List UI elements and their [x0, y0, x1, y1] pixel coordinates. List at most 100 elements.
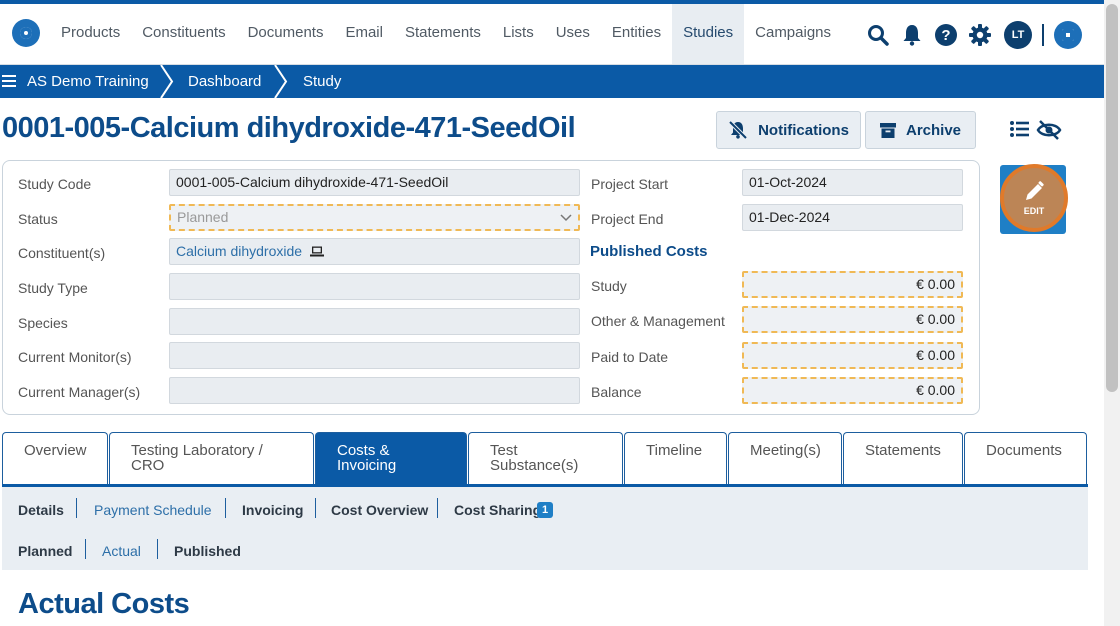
- gear-icon[interactable]: [966, 21, 994, 49]
- edit-highlight[interactable]: EDIT: [1000, 164, 1068, 232]
- nav-campaigns[interactable]: Campaigns: [744, 4, 842, 64]
- nav-documents[interactable]: Documents: [237, 4, 335, 64]
- tab-label: Test: [490, 442, 518, 459]
- constituent-link[interactable]: Calcium dihydroxide: [176, 243, 302, 259]
- breadcrumb-dashboard[interactable]: Dashboard: [188, 65, 261, 98]
- nav-constituents[interactable]: Constituents: [131, 4, 236, 64]
- main-menu: Products Constituents Documents Email St…: [50, 4, 842, 64]
- notifications-button[interactable]: Notifications: [716, 111, 861, 149]
- archive-box-icon: [879, 122, 896, 138]
- current-monitor-label: Current Monitor(s): [18, 349, 132, 365]
- project-end-label: Project End: [591, 211, 664, 227]
- current-monitor-field[interactable]: [169, 342, 580, 369]
- nav-statements[interactable]: Statements: [394, 4, 492, 64]
- study-code-field[interactable]: 0001-005-Calcium dihydroxide-471-SeedOil: [169, 169, 580, 196]
- balance-label: Balance: [591, 384, 642, 400]
- constituents-label: Constituent(s): [18, 245, 106, 261]
- paid-to-date-field[interactable]: € 0.00: [742, 342, 963, 369]
- tab-label-line2: Substance(s): [490, 457, 579, 474]
- tab-label-line2: CRO: [131, 457, 165, 474]
- tab-testing-laboratory[interactable]: Testing Laboratory / CRO: [109, 432, 314, 486]
- tab-label: Meeting(s): [750, 442, 821, 459]
- study-code-label: Study Code: [18, 176, 92, 192]
- user-avatar[interactable]: LT: [1004, 21, 1032, 49]
- archive-button[interactable]: Archive: [865, 111, 976, 149]
- current-manager-field[interactable]: [169, 377, 580, 404]
- subnav-invoicing[interactable]: Invoicing: [242, 502, 303, 518]
- app-logo-icon[interactable]: [12, 19, 40, 47]
- menu-hamburger-icon[interactable]: [2, 75, 16, 87]
- subnav-payment-schedule[interactable]: Payment Schedule: [94, 502, 212, 518]
- nav-entities[interactable]: Entities: [601, 4, 672, 64]
- page-title: 0001-005-Calcium dihydroxide-471-SeedOil: [2, 112, 576, 144]
- tab-documents[interactable]: Documents: [964, 432, 1087, 486]
- tab-label: Timeline: [646, 442, 703, 459]
- bell-icon[interactable]: [898, 21, 926, 49]
- status-select[interactable]: Planned: [169, 204, 580, 231]
- project-start-label: Project Start: [591, 176, 669, 192]
- list-icon[interactable]: [1010, 120, 1030, 138]
- subnav-divider: [76, 498, 77, 518]
- status-value: Planned: [177, 209, 229, 225]
- subnav-divider: [225, 498, 226, 518]
- tab-timeline[interactable]: Timeline: [624, 432, 727, 486]
- species-field[interactable]: [169, 308, 580, 335]
- search-icon[interactable]: [864, 21, 892, 49]
- bell-slash-icon: [728, 121, 748, 139]
- nav-lists[interactable]: Lists: [492, 4, 545, 64]
- tab-label: Statements: [865, 442, 941, 459]
- pencil-icon: [1026, 181, 1044, 200]
- subnav-divider: [85, 539, 86, 559]
- other-management-label: Other & Management: [591, 313, 725, 329]
- current-manager-label: Current Manager(s): [18, 384, 141, 400]
- company-logo-icon[interactable]: [1054, 21, 1082, 49]
- scrollbar-thumb[interactable]: [1106, 4, 1118, 392]
- study-cost-label: Study: [591, 278, 627, 294]
- tab-costs-invoicing[interactable]: Costs & Invoicing: [315, 432, 467, 486]
- nav-divider: [1042, 24, 1044, 46]
- section-title: Actual Costs: [18, 588, 190, 620]
- breadcrumb-study: Study: [303, 73, 342, 90]
- other-management-field[interactable]: € 0.00: [742, 306, 963, 333]
- subnav-details[interactable]: Details: [18, 502, 64, 518]
- project-start-field[interactable]: 01-Oct-2024: [742, 169, 963, 196]
- breadcrumb-separator-icon: [274, 65, 288, 98]
- subnav-cost-overview[interactable]: Cost Overview: [331, 502, 428, 518]
- breadcrumb: AS Demo Training Dashboard Study: [0, 65, 1104, 98]
- subnav-published[interactable]: Published: [174, 543, 241, 559]
- tab-label-line2: Invoicing: [337, 457, 397, 474]
- breadcrumb-root[interactable]: AS Demo Training: [27, 65, 149, 98]
- status-label: Status: [18, 211, 58, 227]
- species-label: Species: [18, 315, 68, 331]
- cost-sharing-count-badge: 1: [537, 502, 553, 518]
- nav-icon-group: ? LT: [864, 20, 1082, 50]
- study-tabs: Overview Testing Laboratory / CRO Costs &…: [2, 432, 1088, 486]
- subnav-divider: [157, 539, 158, 559]
- view-options: [1010, 120, 1062, 140]
- tab-statements[interactable]: Statements: [843, 432, 963, 486]
- subnav-actual[interactable]: Actual: [102, 543, 141, 559]
- subnav-panel: [2, 487, 1088, 570]
- study-cost-field[interactable]: € 0.00: [742, 271, 963, 298]
- help-icon[interactable]: ?: [932, 21, 960, 49]
- nav-email[interactable]: Email: [334, 4, 394, 64]
- subnav-planned[interactable]: Planned: [18, 543, 72, 559]
- subnav-cost-sharing[interactable]: Cost Sharing: [454, 502, 541, 518]
- laptop-icon: [309, 246, 324, 257]
- constituents-field[interactable]: Calcium dihydroxide: [169, 238, 580, 265]
- subnav-divider: [437, 498, 438, 518]
- tab-overview[interactable]: Overview: [2, 432, 108, 486]
- study-type-field[interactable]: [169, 273, 580, 300]
- nav-products[interactable]: Products: [50, 4, 131, 64]
- eye-slash-icon[interactable]: [1036, 120, 1062, 140]
- archive-label: Archive: [905, 121, 962, 139]
- tab-meetings[interactable]: Meeting(s): [728, 432, 842, 486]
- project-end-field[interactable]: 01-Dec-2024: [742, 204, 963, 231]
- tab-label: Testing Laboratory /: [131, 442, 263, 459]
- published-costs-heading: Published Costs: [590, 243, 708, 260]
- breadcrumb-separator-icon: [160, 65, 174, 98]
- tab-test-substances[interactable]: Test Substance(s): [468, 432, 623, 486]
- balance-field[interactable]: € 0.00: [742, 377, 963, 404]
- nav-uses[interactable]: Uses: [545, 4, 601, 64]
- nav-studies[interactable]: Studies: [672, 4, 745, 64]
